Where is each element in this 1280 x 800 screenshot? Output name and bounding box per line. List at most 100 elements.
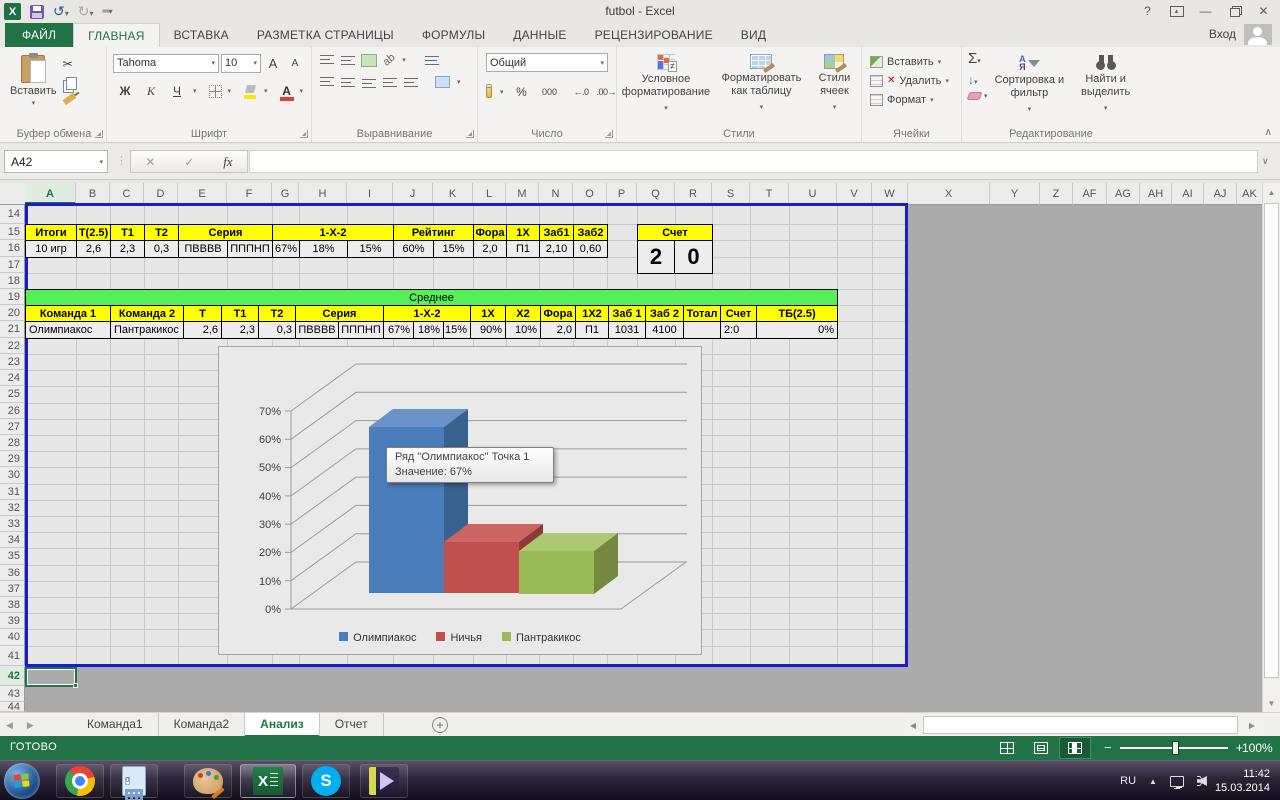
dialog-launcher-icon[interactable] [605,130,613,138]
table-cell[interactable]: 1Х [507,225,540,241]
table-cell[interactable]: 1031 [609,322,646,339]
underline-button[interactable]: Ч [167,81,187,101]
row-header[interactable]: 21 [0,321,25,338]
table-cell[interactable]: 0,3 [259,322,296,339]
table-cell[interactable]: 2,3 [111,241,145,258]
table-cell[interactable]: 1Х2 [576,306,609,322]
table-cell[interactable]: Команда 2 [111,306,184,322]
bar-pantrakikos[interactable] [519,533,618,594]
column-header[interactable]: K [433,183,473,205]
table-cell[interactable]: 2,6 [77,241,111,258]
selected-cell-a42[interactable] [25,667,77,687]
table-cell[interactable]: Счет [721,306,757,322]
table-cell[interactable]: 18% [300,241,348,258]
align-top-icon[interactable] [320,55,334,66]
row-header[interactable]: 28 [0,435,25,451]
row-header[interactable]: 38 [0,597,25,613]
restore-button[interactable] [1220,0,1249,22]
cell-styles-button[interactable]: Стили ячеек ▾ [808,49,861,115]
insert-cells-button[interactable]: Вставить▾ [870,52,961,71]
format-as-table-button[interactable]: Форматировать как таблицу ▾ [715,49,808,115]
table-cell[interactable]: 2,3 [222,322,259,339]
row-header[interactable]: 37 [0,581,25,597]
increase-decimal-button[interactable]: ←.0 [573,87,588,97]
autosum-button[interactable]: Σ▾ [968,50,988,68]
table-cell[interactable]: 0% [757,322,838,339]
row-header[interactable]: 26 [0,403,25,419]
page-break-border-left[interactable] [25,203,28,667]
enter-icon[interactable]: ✓ [184,155,194,169]
average-title[interactable]: Среднее [26,290,838,306]
table-cell[interactable]: Фора [474,225,507,241]
column-header[interactable]: O [573,183,607,205]
column-header[interactable]: W [872,183,908,205]
sort-filter-button[interactable]: АЯ Сортировка и фильтр ▾ [992,50,1068,116]
scroll-right-icon[interactable]: ▶ [1244,721,1260,730]
table-cell[interactable]: Команда 1 [26,306,111,322]
format-cells-button[interactable]: Формат▾ [870,90,961,109]
font-family-combo[interactable]: Tahoma▾ [113,54,219,73]
column-header[interactable]: S [712,183,750,205]
row-header[interactable]: 15 [0,224,25,240]
table-cell[interactable]: Х2 [506,306,541,322]
table-cell[interactable]: 15% [348,241,394,258]
table-cell[interactable]: 1-Х-2 [273,225,394,241]
table-cell[interactable]: Олимпиакос [26,322,111,339]
row-header[interactable]: 42 [0,667,25,686]
page-break-border-top[interactable] [25,203,908,206]
dialog-launcher-icon[interactable] [95,130,103,138]
name-box-splitter[interactable]: ⋮ [116,154,128,167]
page-break-view-button[interactable] [1060,738,1090,758]
prev-sheet-icon[interactable]: ◀ [6,720,13,731]
page-break-border-bottom[interactable] [25,664,908,667]
column-header[interactable]: F [227,183,272,205]
table-cell[interactable]: ПВВВВ [296,322,339,339]
column-header[interactable]: A [25,183,76,205]
percent-style-button[interactable]: % [511,82,531,102]
scroll-down-icon[interactable]: ▼ [1263,699,1280,708]
ribbon-tab[interactable]: РАЗМЕТКА СТРАНИЦЫ [243,23,408,47]
row-header[interactable]: 20 [0,305,25,321]
column-header[interactable]: AI [1172,183,1204,205]
table-cell[interactable] [684,322,721,339]
taskbar-player-button[interactable] [360,764,408,798]
collapse-ribbon-icon[interactable]: ∧ [1265,127,1272,138]
column-header[interactable]: P [607,183,637,205]
fill-handle[interactable] [73,683,78,688]
row-header[interactable]: 36 [0,565,25,581]
table-cell[interactable]: 2:0 [721,322,757,339]
table-cell[interactable]: Т(2.5) [77,225,111,241]
cancel-icon[interactable]: ✕ [145,155,155,169]
table-cell[interactable]: Заб 2 [646,306,684,322]
table-cell[interactable]: Рейтинг [394,225,474,241]
legend-item[interactable]: Олимпиакос [339,632,416,644]
delete-cells-button[interactable]: ✕ Удалить▾ [870,71,961,90]
page-break-border-right[interactable] [905,203,908,667]
taskbar-skype-button[interactable]: S [302,764,350,798]
decrease-indent-icon[interactable] [383,77,397,88]
column-header[interactable]: X [908,183,990,205]
formula-input[interactable] [249,150,1258,173]
column-header[interactable]: V [837,183,872,205]
column-header[interactable]: B [76,183,110,205]
row-header[interactable]: 31 [0,484,25,500]
clock[interactable]: 11:42 15.03.2014 [1215,767,1270,795]
table-cell[interactable]: 2,0 [541,322,576,339]
horizontal-scrollbar[interactable]: ◀ ▶ [905,715,1262,735]
table-cell[interactable]: 2,0 [474,241,507,258]
scroll-left-icon[interactable]: ◀ [905,721,921,730]
table-cell[interactable]: Т2 [259,306,296,322]
row-header[interactable]: 24 [0,370,25,386]
avatar[interactable] [1244,24,1272,45]
increase-indent-icon[interactable] [404,77,418,88]
row-header[interactable]: 25 [0,386,25,403]
score-home[interactable]: 2 [638,241,675,274]
sheet-outside-area-bottom[interactable] [25,667,908,712]
zoom-slider[interactable] [1120,747,1228,749]
table-cell[interactable]: 18% [414,322,444,339]
comma-style-button[interactable]: 000 [539,82,559,102]
table-cell[interactable]: 10 игр [26,241,77,258]
fill-color-icon[interactable] [243,84,258,99]
clear-button[interactable]: ▾ [968,92,988,100]
ribbon-tab[interactable]: ФАЙЛ [5,23,73,47]
